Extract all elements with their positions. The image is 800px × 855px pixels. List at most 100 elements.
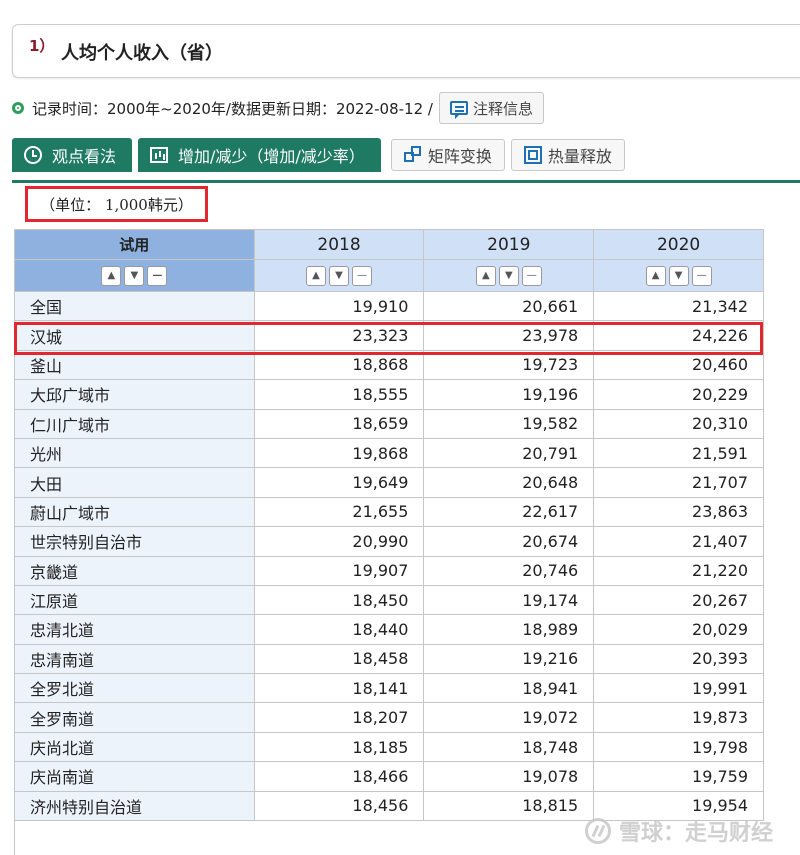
table-row: 庆尚南道 18,466 19,078 19,759 bbox=[14, 761, 764, 792]
annotation-info-label: 注释信息 bbox=[472, 99, 533, 118]
remove-button[interactable]: — bbox=[521, 265, 542, 286]
region-name: 全罗北道 bbox=[14, 673, 255, 704]
region-name: 忠清南道 bbox=[14, 643, 255, 675]
expand-icon bbox=[523, 146, 542, 164]
table-row: 大田 19,649 20,648 21,707 bbox=[14, 467, 764, 498]
region-name: 蔚山广域市 bbox=[14, 496, 255, 528]
sort-up-button[interactable]: ▲ bbox=[645, 265, 666, 286]
clock-icon bbox=[24, 146, 42, 164]
remove-button[interactable]: — bbox=[147, 265, 168, 286]
sort-up-button[interactable]: ▲ bbox=[475, 265, 496, 286]
table-row: 全罗北道 18,141 18,941 19,991 bbox=[14, 673, 764, 704]
sort-up-button[interactable]: ▲ bbox=[306, 265, 327, 286]
table-row: 忠清北道 18,440 18,989 20,029 bbox=[14, 614, 764, 645]
toolbar: 观点看法 增加/减少（增加/减少率） 矩阵变换 热量释放 bbox=[12, 138, 625, 172]
watermark-text: 雪球：走马财经 bbox=[619, 821, 774, 846]
value-2019: 23,978 bbox=[423, 320, 595, 351]
record-time-text: 记录时间：2000年~2020年/数据更新日期：2022-08-12 / bbox=[32, 99, 433, 118]
value-2018: 18,185 bbox=[253, 731, 425, 763]
value-2019: 18,941 bbox=[423, 673, 595, 704]
remove-button[interactable]: — bbox=[352, 265, 373, 286]
value-2020: 20,229 bbox=[593, 379, 764, 410]
column-2018-controls: ▲ ▼ — bbox=[253, 259, 425, 292]
heat-release-button[interactable]: 热量释放 bbox=[510, 139, 625, 171]
value-2018: 18,440 bbox=[253, 614, 425, 645]
annotation-info-button[interactable]: 注释信息 bbox=[438, 92, 544, 124]
value-2020: 24,226 bbox=[593, 320, 764, 351]
region-name: 江原道 bbox=[14, 584, 255, 616]
value-2019: 18,989 bbox=[423, 614, 595, 645]
change-rate-button[interactable]: 增加/减少（增加/减少率） bbox=[138, 138, 381, 172]
column-header-2019: 2019 bbox=[423, 229, 595, 260]
table-row: 仁川广域市 18,659 19,582 20,310 bbox=[14, 408, 764, 439]
value-2018: 21,655 bbox=[253, 496, 425, 528]
unit-label: （单位： 1,000韩元） bbox=[25, 186, 208, 222]
bar-chart-icon bbox=[150, 147, 169, 163]
value-2019: 22,617 bbox=[423, 496, 595, 528]
comment-icon bbox=[449, 101, 468, 119]
value-2020: 19,873 bbox=[593, 702, 764, 733]
row-header: 试用 bbox=[14, 229, 255, 260]
title-panel: 1） 人均个人收入（省） bbox=[12, 24, 800, 78]
table-row: 釜山 18,868 19,723 20,460 bbox=[14, 349, 764, 381]
value-2019: 19,072 bbox=[423, 702, 595, 733]
title-number: 1） bbox=[29, 37, 55, 55]
value-2019: 20,746 bbox=[423, 555, 595, 586]
table-row: 汉城 23,323 23,978 24,226 bbox=[14, 320, 764, 351]
region-name: 全罗南道 bbox=[14, 702, 255, 733]
table-row: 光州 19,868 20,791 21,591 bbox=[14, 437, 764, 469]
value-2018: 18,207 bbox=[253, 702, 425, 733]
value-2020: 19,991 bbox=[593, 673, 764, 704]
table-row: 全罗南道 18,207 19,072 19,873 bbox=[14, 702, 764, 733]
value-2018: 18,458 bbox=[253, 643, 425, 675]
record-circle-icon bbox=[12, 102, 24, 114]
snowball-logo-icon bbox=[585, 818, 611, 844]
table-row: 蔚山广域市 21,655 22,617 23,863 bbox=[14, 496, 764, 528]
table-row: 全国 19,910 20,661 21,342 bbox=[14, 290, 764, 322]
value-2018: 18,555 bbox=[253, 379, 425, 410]
matrix-transform-button[interactable]: 矩阵变换 bbox=[390, 139, 505, 171]
sort-down-button[interactable]: ▼ bbox=[498, 265, 519, 286]
value-2019: 20,674 bbox=[423, 526, 595, 557]
sort-down-button[interactable]: ▼ bbox=[329, 265, 350, 286]
value-2018: 19,907 bbox=[253, 555, 425, 586]
value-2020: 20,460 bbox=[593, 349, 764, 381]
view-button[interactable]: 观点看法 bbox=[12, 138, 133, 172]
value-2019: 20,648 bbox=[423, 467, 595, 498]
region-name: 全国 bbox=[14, 290, 255, 322]
view-button-label: 观点看法 bbox=[52, 147, 117, 166]
sort-down-button[interactable]: ▼ bbox=[124, 265, 145, 286]
region-name: 大邱广域市 bbox=[14, 379, 255, 410]
value-2019: 19,723 bbox=[423, 349, 595, 381]
value-2018: 18,868 bbox=[253, 349, 425, 381]
value-2020: 20,029 bbox=[593, 614, 764, 645]
value-2020: 20,267 bbox=[593, 584, 764, 616]
value-2018: 23,323 bbox=[253, 320, 425, 351]
toolbar-divider bbox=[12, 180, 800, 183]
value-2019: 19,582 bbox=[423, 408, 595, 439]
matrix-icon bbox=[403, 146, 422, 164]
watermark: 雪球：走马财经 bbox=[585, 815, 773, 847]
value-2018: 19,910 bbox=[253, 290, 425, 322]
table-left-edge bbox=[14, 820, 15, 855]
sort-up-button[interactable]: ▲ bbox=[101, 265, 122, 286]
value-2018: 20,990 bbox=[253, 526, 425, 557]
value-2020: 23,863 bbox=[593, 496, 764, 528]
value-2020: 20,310 bbox=[593, 408, 764, 439]
table-row: 庆尚北道 18,185 18,748 19,798 bbox=[14, 731, 764, 763]
region-name: 仁川广域市 bbox=[14, 408, 255, 439]
data-table: 试用 2018 2019 2020 ▲ ▼ — ▲ ▼ — ▲ ▼ — ▲ ▼ … bbox=[14, 229, 764, 822]
region-name: 庆尚北道 bbox=[14, 731, 255, 763]
value-2019: 20,661 bbox=[423, 290, 595, 322]
sort-down-button[interactable]: ▼ bbox=[668, 265, 689, 286]
remove-button[interactable]: — bbox=[691, 265, 712, 286]
table-row: 世宗特别自治市 20,990 20,674 21,407 bbox=[14, 526, 764, 557]
heat-release-label: 热量释放 bbox=[547, 147, 612, 166]
table-row: 京畿道 19,907 20,746 21,220 bbox=[14, 555, 764, 586]
region-name: 济州特别自治道 bbox=[14, 790, 255, 822]
column-2019-controls: ▲ ▼ — bbox=[423, 259, 595, 292]
region-name: 庆尚南道 bbox=[14, 761, 255, 792]
record-info-row: 记录时间：2000年~2020年/数据更新日期：2022-08-12 / 注释信… bbox=[12, 92, 544, 124]
value-2019: 19,174 bbox=[423, 584, 595, 616]
value-2020: 21,220 bbox=[593, 555, 764, 586]
